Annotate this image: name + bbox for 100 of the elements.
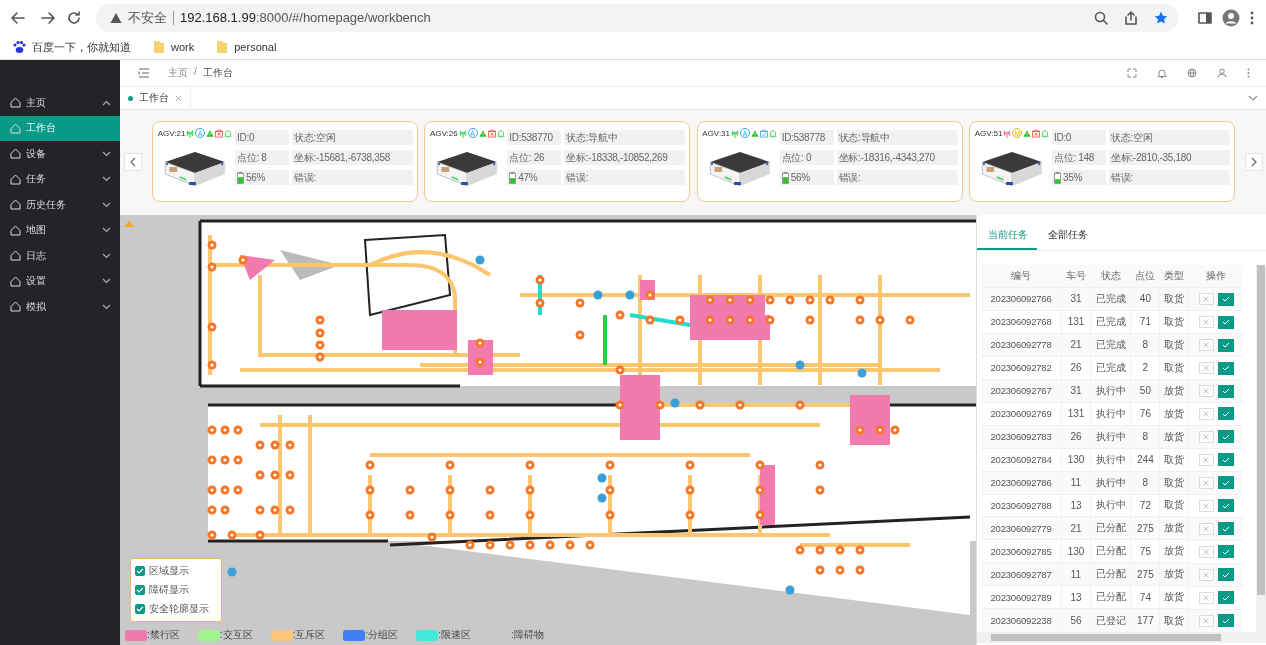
info-field: 状态:导航中 <box>564 130 686 145</box>
legend-label: :分组区 <box>365 628 399 642</box>
legend-label: :禁行区 <box>147 628 180 642</box>
table-cell: 11 <box>1061 562 1091 586</box>
checkbox-label: 区域显示 <box>149 564 189 578</box>
agv-name: AGV:51 <box>974 128 1003 138</box>
info-field: 坐标:-18316,-4343,270 <box>836 150 958 165</box>
table-cell: 21 <box>1061 516 1091 540</box>
column-header: 操作 <box>1188 265 1243 288</box>
table-cell: 56 <box>1061 608 1091 632</box>
battery-reading: 56% <box>246 172 266 183</box>
table-cell: 取货 <box>1159 471 1189 494</box>
info-field: ID:538778 <box>779 130 834 145</box>
address-bar[interactable]: 不安全 192.168.1.99:8000/#/homepage/workbench <box>96 3 1178 32</box>
breadcrumb-link[interactable]: 主页 <box>168 66 188 80</box>
breadcrumb-separator: / <box>194 66 197 79</box>
table-cell: 202306092779 <box>981 516 1062 540</box>
info-field: 状态:空闲 <box>292 130 413 145</box>
info-field: ID:0 <box>235 130 289 145</box>
battery-reading: 47% <box>518 172 538 183</box>
bookmark[interactable]: personal <box>216 40 277 54</box>
info-field: 状态:空闲 <box>1109 130 1230 145</box>
table-cell: 50 <box>1131 379 1160 403</box>
table-cell: 11 <box>1061 471 1091 494</box>
table-cell: 执行中 <box>1090 379 1131 403</box>
sidebar-item[interactable]: 设置 <box>0 268 120 294</box>
legend-label: :交互区 <box>219 628 253 642</box>
legend-label: :障碍物 <box>510 628 544 642</box>
table-cell: 放货 <box>1159 379 1189 403</box>
table-cell: 21 <box>1061 333 1091 357</box>
table-cell: 已登记 <box>1090 608 1131 632</box>
sidebar-item[interactable]: 模拟 <box>0 294 120 320</box>
table-cell: 202306092787 <box>981 562 1062 586</box>
table-cell: 26 <box>1061 425 1091 449</box>
table-cell: 8 <box>1131 333 1160 357</box>
info-field: 点位: 8 <box>235 150 289 165</box>
table-cell: 放货 <box>1159 425 1189 449</box>
table-cell: 202306092783 <box>981 425 1062 449</box>
table-cell: 取货 <box>1159 287 1189 311</box>
info-field: 错误: <box>292 170 413 185</box>
table-cell: 已完成 <box>1090 287 1131 311</box>
info-field: 点位: 26 <box>507 150 562 165</box>
column-header: 点位 <box>1131 265 1160 288</box>
column-header: 类型 <box>1159 265 1189 288</box>
table-cell: 202306092786 <box>981 471 1062 494</box>
url-text: 192.168.1.99:8000/#/homepage/workbench <box>180 10 431 25</box>
table-cell: 275 <box>1131 562 1160 586</box>
info-field: ID:538770 <box>507 130 562 145</box>
table-cell: 放货 <box>1159 516 1189 540</box>
page-tab[interactable]: 工作台 <box>120 86 191 110</box>
bookmark[interactable]: 百度一下，你就知道 <box>12 39 131 55</box>
table-cell: 已分配 <box>1090 516 1131 540</box>
info-field: 坐标:-2810,-35,180 <box>1109 150 1230 165</box>
column-header: 编号 <box>981 265 1062 288</box>
sidebar-item[interactable]: 日志 <box>0 243 120 269</box>
info-field: 点位: 148 <box>1052 150 1106 165</box>
legend-label: :限速区 <box>438 628 471 642</box>
table-cell: 已完成 <box>1090 333 1131 357</box>
table-cell: 31 <box>1061 287 1091 311</box>
checkbox-label: 安全轮廓显示 <box>149 602 209 616</box>
task-tab[interactable]: 当前任务 <box>977 228 1037 250</box>
battery-reading: 56% <box>790 172 810 183</box>
checkbox-label: 障碍显示 <box>149 583 189 597</box>
info-field: ID:0 <box>1052 130 1106 145</box>
table-cell: 放货 <box>1159 562 1189 586</box>
info-field: 坐标:-18338,-10852,269 <box>564 150 686 165</box>
table-cell: 31 <box>1061 379 1091 403</box>
info-field: 错误: <box>564 170 686 185</box>
table-cell: 执行中 <box>1090 425 1131 449</box>
bookmark[interactable]: work <box>153 40 195 54</box>
task-tab[interactable]: 全部任务 <box>1037 228 1097 250</box>
info-field: 状态:导航中 <box>836 130 958 145</box>
table-cell: 8 <box>1131 425 1160 449</box>
sidebar-item[interactable]: 历史任务 <box>0 192 120 218</box>
table-cell: 202306092238 <box>981 608 1062 632</box>
column-header: 车号 <box>1061 265 1091 288</box>
column-header: 状态 <box>1090 265 1131 288</box>
table-cell: 177 <box>1131 608 1160 632</box>
table-cell: 40 <box>1131 287 1160 311</box>
table-cell: 取货 <box>1159 333 1189 357</box>
table-cell: 8 <box>1131 471 1160 494</box>
legend-label: :互斥区 <box>292 628 326 642</box>
sidebar-item[interactable]: 工作台 <box>0 115 120 141</box>
agv-name: AGV:26 <box>429 128 458 138</box>
sidebar-item[interactable]: 主页 <box>0 90 120 116</box>
agv-name: AGV:21 <box>157 128 186 138</box>
table-cell: 202306092778 <box>981 333 1062 357</box>
table-cell: 202306092766 <box>981 287 1062 311</box>
agv-name: AGV:31 <box>702 128 730 138</box>
info-field: 错误: <box>1109 170 1230 185</box>
table-cell: 275 <box>1131 516 1160 540</box>
info-field: 错误: <box>836 170 958 185</box>
sidebar-item[interactable]: 地图 <box>0 217 120 243</box>
info-field: 坐标:-15681,-6738,358 <box>292 150 413 165</box>
sidebar-item[interactable]: 任务 <box>0 166 120 192</box>
sidebar-item[interactable]: 设备 <box>0 141 120 167</box>
security-label: 不安全 <box>128 8 167 27</box>
table-cell: 已分配 <box>1090 562 1131 586</box>
table-cell: 202306092767 <box>981 379 1062 403</box>
table-cell: 执行中 <box>1090 471 1131 494</box>
